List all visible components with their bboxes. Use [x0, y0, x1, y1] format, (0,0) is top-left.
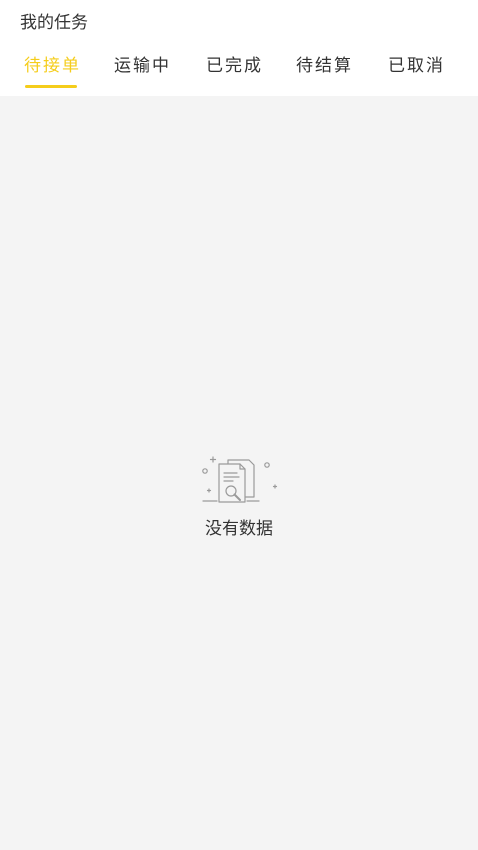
header: 我的任务 待接单 运输中 已完成 待结算 已取消: [0, 0, 478, 96]
page-title: 我的任务: [20, 13, 88, 33]
tab-in-transit[interactable]: 运输中: [114, 52, 171, 90]
empty-state: 没有数据: [0, 452, 478, 540]
tab-bar: 待接单 运输中 已完成 待结算 已取消: [0, 52, 478, 96]
empty-state-message: 没有数据: [205, 519, 273, 539]
tab-completed[interactable]: 已完成: [206, 52, 263, 90]
tab-cancelled[interactable]: 已取消: [388, 52, 445, 90]
empty-document-search-icon: [202, 456, 278, 503]
tab-pending-settlement[interactable]: 待结算: [296, 52, 353, 90]
active-tab-indicator: [25, 85, 77, 88]
app-screen: 我的任务 待接单 运输中 已完成 待结算 已取消 没有数据: [0, 0, 478, 850]
